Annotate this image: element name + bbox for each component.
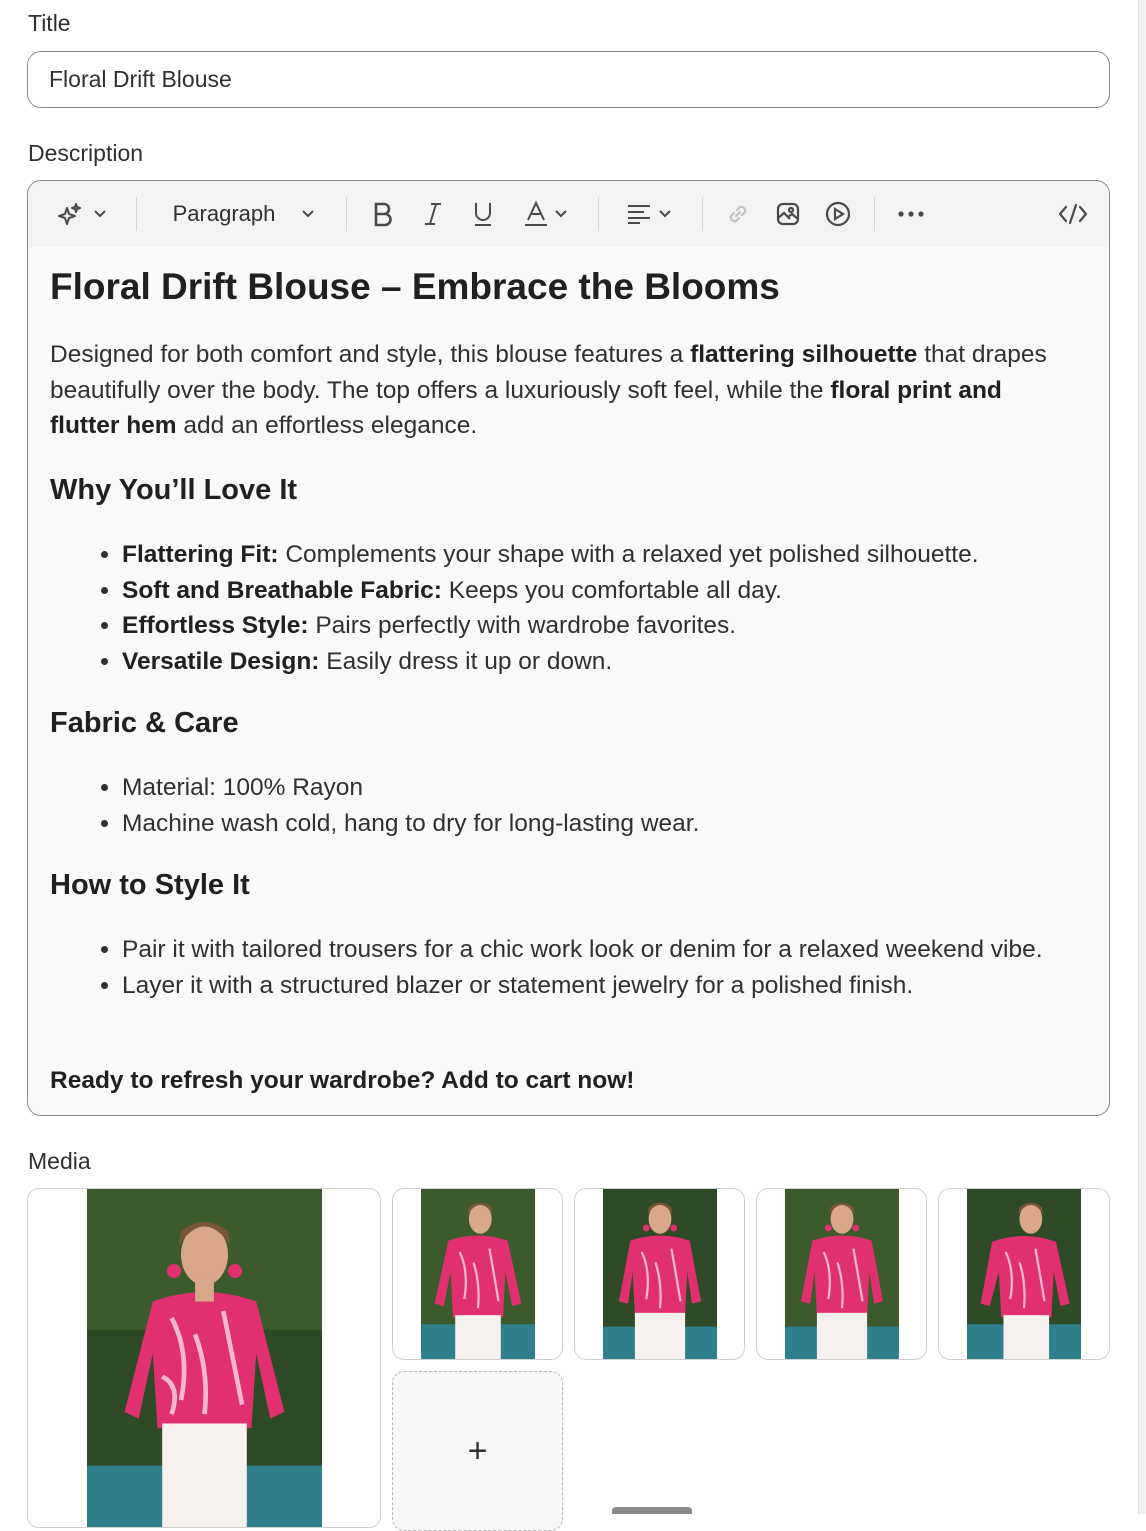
media-thumbnail[interactable] [392,1188,563,1360]
plus-label: + [467,1431,488,1470]
list-item: Pair it with tailored trousers for a chi… [122,932,1082,968]
italic-button[interactable] [416,191,450,237]
underline-button[interactable] [466,191,500,237]
insert-image-button[interactable] [770,191,806,237]
media-thumbnail[interactable] [938,1188,1110,1360]
bullet-list: Material: 100% Rayon Machine wash cold, … [50,770,1082,841]
chevron-down-icon [554,209,568,219]
section-heading: How to Style It [50,869,250,901]
toolbar-divider [346,197,347,231]
align-left-icon [626,203,652,225]
alignment-button[interactable] [620,191,678,237]
chevron-down-icon [301,209,315,219]
add-media-button[interactable]: + [392,1371,563,1531]
more-options-button[interactable] [892,191,930,237]
toolbar-divider [874,197,875,231]
text-color-icon [524,201,548,227]
product-photo [785,1189,899,1359]
code-icon [1058,202,1088,226]
more-icon [897,210,925,218]
intro-paragraph: Designed for both comfort and style, thi… [50,341,1047,439]
sparkle-icon [57,201,83,227]
description-label: Description [28,140,144,166]
ai-generate-button[interactable] [50,191,114,237]
list-item: Material: 100% Rayon [122,770,1082,806]
section-heading: Fabric & Care [50,707,239,739]
italic-icon [422,201,444,227]
link-icon [725,201,751,227]
link-button[interactable] [720,191,756,237]
chevron-down-icon [93,209,107,219]
toolbar-divider [598,197,599,231]
format-select-value: Paragraph [172,201,276,226]
underline-icon [472,201,494,227]
content-heading: Floral Drift Blouse – Embrace the Blooms [50,266,780,307]
title-label: Title [28,10,71,36]
rich-text-editor[interactable]: Paragraph Floral Drift Blouse – Embrace … [27,180,1110,1116]
product-photo [421,1189,535,1359]
title-input[interactable] [27,51,1110,108]
list-item: Effortless Style: Pairs perfectly with w… [122,608,1082,644]
toolbar-divider [136,197,137,231]
media-label: Media [28,1148,91,1174]
media-thumbnail[interactable] [574,1188,745,1360]
list-item: Layer it with a structured blazer or sta… [122,968,1082,1004]
image-icon [775,201,801,227]
media-thumbnail-featured[interactable] [27,1188,381,1528]
chevron-down-icon [658,209,672,219]
call-to-action: Ready to refresh your wardrobe? Add to c… [50,1067,635,1094]
product-photo [603,1189,717,1359]
list-item: Machine wash cold, hang to dry for long-… [122,806,1082,842]
product-photo [967,1189,1081,1359]
list-item: Versatile Design: Easily dress it up or … [122,644,1082,680]
list-item: Flattering Fit: Complements your shape w… [122,537,1082,573]
bold-button[interactable] [366,191,400,237]
bold-icon [372,201,394,227]
paragraph-format-select[interactable]: Paragraph [164,191,324,237]
video-icon [825,201,851,227]
drag-handle[interactable] [612,1507,692,1514]
editor-toolbar: Paragraph [28,181,1109,247]
bullet-list: Flattering Fit: Complements your shape w… [50,537,1082,679]
text-color-button[interactable] [518,191,574,237]
toolbar-divider [702,197,703,231]
product-photo [87,1189,322,1527]
list-item: Soft and Breathable Fabric: Keeps you co… [122,573,1082,609]
show-html-button[interactable] [1052,191,1094,237]
window-edge [1138,0,1146,1514]
insert-video-button[interactable] [820,191,856,237]
bullet-list: Pair it with tailored trousers for a chi… [50,932,1082,1003]
section-heading: Why You’ll Love It [50,474,298,506]
media-thumbnail[interactable] [756,1188,927,1360]
